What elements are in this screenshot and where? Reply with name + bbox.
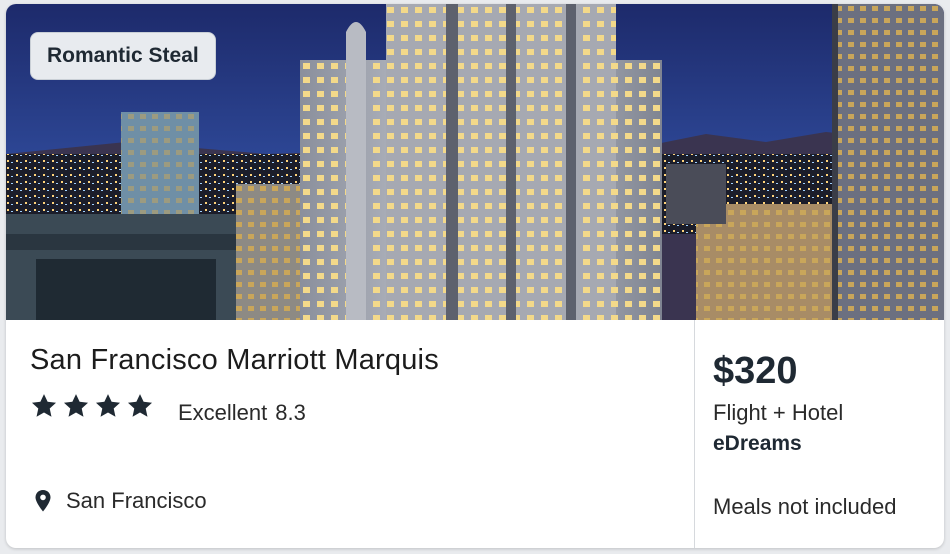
rating-label: Excellent (178, 400, 268, 425)
provider-name: eDreams (713, 432, 802, 455)
hotel-name[interactable]: San Francisco Marriott Marquis (30, 344, 439, 377)
hotel-photo[interactable]: Romantic Steal (6, 4, 944, 320)
rating-score: 8.3 (275, 400, 306, 425)
price: $320 (713, 350, 798, 392)
deal-badge: Romantic Steal (30, 32, 216, 80)
location: San Francisco (34, 488, 207, 514)
star-rating (30, 392, 154, 420)
guest-rating: Excellent 8.3 (178, 400, 306, 426)
location-label: San Francisco (66, 488, 207, 513)
price-panel: $320 Flight + Hotel eDreams Meals not in… (695, 320, 944, 548)
meals-info: Meals not included (713, 494, 897, 519)
map-pin-icon (35, 490, 51, 512)
star-icon (127, 394, 153, 417)
hotel-deal-card[interactable]: Romantic Steal San Francisco Marriott Ma… (6, 4, 944, 548)
hotel-info: San Francisco Marriott Marquis Excellent… (6, 320, 694, 548)
package-type: Flight + Hotel (713, 400, 844, 425)
star-icon (31, 394, 57, 417)
star-icon (95, 394, 121, 417)
star-icon (63, 394, 89, 417)
